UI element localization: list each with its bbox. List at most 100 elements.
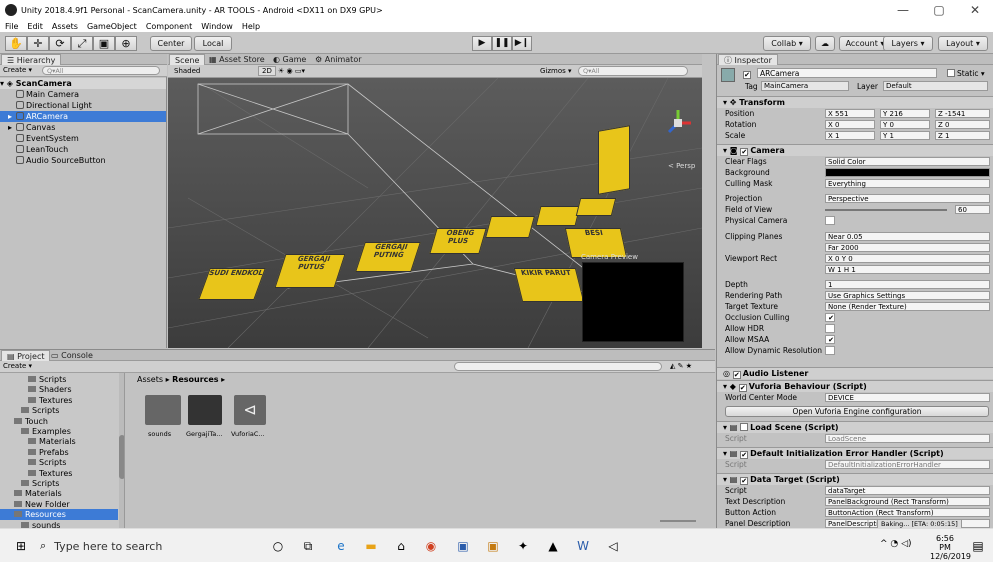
camera-property-value[interactable]: Far 2000 bbox=[825, 243, 990, 252]
gizmos-dropdown[interactable]: Gizmos ▾ bbox=[540, 67, 572, 75]
scene-viewport[interactable]: SUDI ENDKOL GERGAJI PUTUS GERGAJI PUTING… bbox=[168, 78, 702, 348]
camera-property-value[interactable]: Near 0.05 bbox=[825, 232, 990, 241]
edge-icon[interactable]: e bbox=[333, 538, 349, 554]
project-folder-item[interactable]: Examples bbox=[0, 426, 118, 437]
tab-project[interactable]: ▤ Project bbox=[1, 350, 51, 361]
hierarchy-item[interactable]: Audio SourceButton bbox=[0, 155, 166, 166]
project-search-input[interactable] bbox=[454, 362, 662, 371]
scene-gizmo-axis[interactable] bbox=[663, 108, 693, 138]
illustrator-icon[interactable]: ▣ bbox=[485, 538, 501, 554]
project-folder-item[interactable]: Resources bbox=[0, 509, 118, 521]
camera-header[interactable]: ▾ ◙ ✔ Camera bbox=[717, 144, 993, 156]
app-icon[interactable]: ✦ bbox=[515, 538, 531, 554]
tab-hierarchy[interactable]: ☰ Hierarchy bbox=[1, 54, 62, 65]
project-filter-icon[interactable]: ◭ ✎ ★ bbox=[670, 362, 692, 370]
collab-button[interactable]: Collab ▾ bbox=[763, 36, 811, 51]
menu-edit[interactable]: Edit bbox=[22, 22, 47, 31]
world-center-dropdown[interactable]: DEVICE bbox=[825, 393, 990, 402]
breadcrumb-resources[interactable]: Resources bbox=[172, 375, 218, 384]
create-dropdown[interactable]: Create ▾ bbox=[3, 66, 32, 74]
move-tool-icon[interactable]: ✛ bbox=[27, 36, 49, 51]
static-toggle[interactable]: Static ▾ bbox=[947, 69, 985, 78]
rotate-tool-icon[interactable]: ⟳ bbox=[49, 36, 71, 51]
project-folder-item[interactable]: Materials bbox=[0, 488, 118, 499]
project-folder-item[interactable]: Materials bbox=[0, 436, 118, 447]
hierarchy-item[interactable]: EventSystem bbox=[0, 133, 166, 144]
tab-asset-store[interactable]: ▦ Asset Store bbox=[204, 54, 270, 65]
tab-console[interactable]: ▭ Console bbox=[46, 350, 98, 361]
pivot-local-button[interactable]: Local bbox=[194, 36, 232, 51]
data-target-value[interactable]: dataTarget bbox=[825, 486, 990, 495]
camera-property-value[interactable]: None (Render Texture) bbox=[825, 302, 990, 311]
menu-file[interactable]: File bbox=[0, 22, 22, 31]
scale-x-field[interactable]: X 1 bbox=[825, 131, 875, 140]
hand-tool-icon[interactable]: ✋ bbox=[5, 36, 27, 51]
play-icon[interactable]: ▶ bbox=[472, 36, 492, 51]
camera-property-value[interactable]: X 0 Y 0 bbox=[825, 254, 990, 263]
tree-scrollbar[interactable] bbox=[119, 373, 124, 529]
project-folder-item[interactable]: Textures bbox=[0, 468, 118, 479]
rotation-x-field[interactable]: X 0 bbox=[825, 120, 875, 129]
transform-header[interactable]: ▾ ✥ Transform bbox=[717, 96, 993, 108]
scene-root[interactable]: ▾ ◈ ScanCamera bbox=[0, 78, 166, 89]
position-y-field[interactable]: Y 216 bbox=[880, 109, 930, 118]
scale-z-field[interactable]: Z 1 bbox=[935, 131, 990, 140]
cloud-icon[interactable]: ☁ bbox=[815, 36, 835, 51]
camera-property-value[interactable]: 60 bbox=[955, 205, 990, 214]
hierarchy-item[interactable]: Main Camera bbox=[0, 89, 166, 100]
layer-dropdown[interactable]: Default bbox=[883, 81, 988, 91]
rotation-z-field[interactable]: Z 0 bbox=[935, 120, 990, 129]
project-folder-item[interactable]: Scripts bbox=[0, 405, 118, 416]
close-button[interactable]: ✕ bbox=[957, 0, 993, 20]
pause-icon[interactable]: ❚❚ bbox=[492, 36, 512, 51]
hierarchy-item[interactable]: ▸ Canvas bbox=[0, 122, 166, 133]
camera-property-value[interactable] bbox=[825, 216, 835, 225]
photoshop-icon[interactable]: ▣ bbox=[455, 538, 471, 554]
word-icon[interactable]: W bbox=[575, 538, 591, 554]
default-init-script-field[interactable]: DefaultInitializationErrorHandler bbox=[825, 460, 990, 469]
windows-start-icon[interactable]: ⊞ bbox=[13, 538, 29, 554]
prefab-thumbnail[interactable] bbox=[188, 395, 222, 425]
layout-button[interactable]: Layout ▾ bbox=[938, 36, 988, 51]
menu-component[interactable]: Component bbox=[141, 22, 196, 31]
object-name-field[interactable]: ARCamera bbox=[757, 68, 937, 78]
project-folder-item[interactable]: Touch bbox=[0, 416, 118, 427]
tag-dropdown[interactable]: MainCamera bbox=[761, 81, 849, 91]
tab-game[interactable]: ◐ Game bbox=[268, 54, 311, 65]
folder-icon[interactable] bbox=[145, 395, 181, 425]
audio-listener-header[interactable]: ◎ ✔ Audio Listener bbox=[717, 367, 993, 379]
notifications-icon[interactable]: ▤ bbox=[970, 538, 986, 554]
menu-help[interactable]: Help bbox=[237, 22, 264, 31]
menu-gameobject[interactable]: GameObject bbox=[82, 22, 141, 31]
camera-property-value[interactable] bbox=[825, 324, 835, 333]
scale-y-field[interactable]: Y 1 bbox=[880, 131, 930, 140]
maximize-button[interactable]: ▢ bbox=[921, 0, 957, 20]
open-vuforia-config-button[interactable]: Open Vuforia Engine configuration bbox=[725, 406, 989, 417]
shading-mode-dropdown[interactable]: Shaded bbox=[174, 67, 200, 75]
rotation-y-field[interactable]: Y 0 bbox=[880, 120, 930, 129]
vuforia-header[interactable]: ▾ ◆ ✔ Vuforia Behaviour (Script) bbox=[717, 380, 993, 392]
tab-scene[interactable]: Scene bbox=[169, 54, 206, 65]
position-z-field[interactable]: Z -1541 bbox=[935, 109, 990, 118]
thumbnail-size-slider[interactable] bbox=[660, 520, 696, 522]
hierarchy-item[interactable]: LeanTouch bbox=[0, 144, 166, 155]
transform-tool-icon[interactable]: ⊕ bbox=[115, 36, 137, 51]
load-scene-header[interactable]: ▾ ▤ Load Scene (Script) bbox=[717, 421, 993, 433]
file-explorer-icon[interactable]: ▬ bbox=[363, 538, 379, 554]
scale-tool-icon[interactable]: ⤢ bbox=[71, 36, 93, 51]
expand-arrow-icon[interactable]: ▸ bbox=[8, 122, 16, 133]
menu-assets[interactable]: Assets bbox=[47, 22, 82, 31]
camera-property-value[interactable]: Perspective bbox=[825, 194, 990, 203]
project-folder-item[interactable]: Textures bbox=[0, 395, 118, 406]
project-create-dropdown[interactable]: Create ▾ bbox=[3, 362, 32, 370]
tab-inspector[interactable]: ⓘ Inspector bbox=[718, 54, 778, 65]
task-view-icon[interactable]: ⧉ bbox=[300, 538, 316, 554]
project-folder-item[interactable]: New Folder bbox=[0, 499, 118, 510]
minimize-button[interactable]: — bbox=[885, 0, 921, 20]
lighting-toggle-icon[interactable]: ☀ ◉ ▭▾ bbox=[278, 67, 305, 75]
camera-property-value[interactable]: Solid Color bbox=[825, 157, 990, 166]
camera-property-value[interactable]: 1 bbox=[825, 280, 990, 289]
2d-toggle[interactable]: 2D bbox=[258, 66, 276, 76]
project-folder-item[interactable]: Shaders bbox=[0, 384, 118, 395]
project-folder-item[interactable]: Scripts bbox=[0, 374, 118, 385]
